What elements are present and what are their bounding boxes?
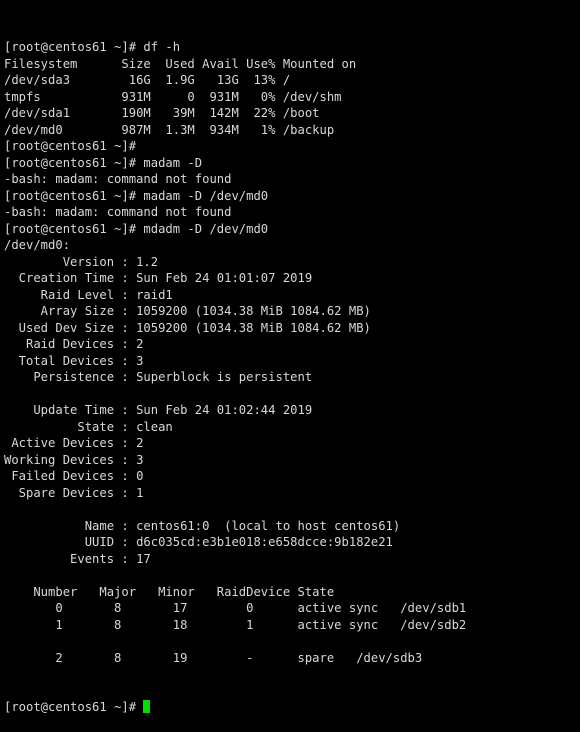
terminal-line: -bash: madam: command not found (4, 172, 232, 186)
terminal-line: Creation Time : Sun Feb 24 01:01:07 2019 (4, 271, 313, 285)
terminal-line: Used Dev Size : 1059200 (1034.38 MiB 108… (4, 320, 371, 335)
terminal-prompt-line: [root@centos61 ~]# (4, 699, 580, 716)
prompt-text: [root@centos61 ~]# (4, 700, 144, 714)
terminal-line: 0 8 17 0 active sync /dev/sdb1 (4, 601, 467, 615)
terminal-line: Working Devices : 3 (4, 452, 144, 467)
terminal-line: Persistence : Superblock is persistent (4, 370, 313, 384)
terminal-line: 2 8 19 - spare /dev/sdb3 (4, 650, 423, 665)
terminal-line: /dev/sda1 190M 39M 142M 22% /boot (4, 106, 320, 120)
terminal-line: [root@centos61 ~]# madam -D (4, 155, 203, 170)
terminal-line: Update Time : Sun Feb 24 01:02:44 2019 (4, 403, 313, 417)
terminal-output: [root@centos61 ~]# df -h Filesystem Size … (4, 39, 580, 666)
terminal-line: Raid Devices : 2 (4, 337, 144, 351)
terminal-line: [root@centos61 ~]# (4, 139, 137, 153)
terminal-line: State : clean (4, 419, 173, 434)
terminal-line: [root@centos61 ~]# mdadm -D /dev/md0 (4, 221, 269, 236)
terminal-line: /dev/md0: (4, 238, 71, 252)
terminal-line: -bash: madam: command not found (4, 205, 232, 219)
terminal-line: tmpfs 931M 0 931M 0% /dev/shm (4, 89, 342, 104)
terminal-line: [root@centos61 ~]# df -h (4, 40, 181, 54)
terminal-line: Active Devices : 2 (4, 436, 144, 450)
terminal-line: Failed Devices : 0 (4, 469, 144, 483)
terminal-line: Events : 17 (4, 551, 151, 566)
terminal-line: [root@centos61 ~]# madam -D /dev/md0 (4, 188, 269, 203)
terminal-line: /dev/md0 987M 1.3M 934M 1% /backup (4, 122, 335, 137)
terminal-line: Name : centos61:0 (local to host centos6… (4, 518, 401, 533)
terminal-line: Total Devices : 3 (4, 353, 144, 368)
terminal-line: Version : 1.2 (4, 254, 159, 269)
terminal-line: UUID : d6c035cd:e3b1e018:e658dcce:9b182e… (4, 535, 393, 549)
terminal-line: Filesystem Size Used Avail Use% Mounted … (4, 56, 357, 71)
terminal-line: Number Major Minor RaidDevice State (4, 584, 335, 599)
terminal-line: Raid Level : raid1 (4, 287, 173, 302)
text-cursor (143, 700, 151, 713)
terminal-line: /dev/sda3 16G 1.9G 13G 13% / (4, 73, 291, 87)
terminal-window[interactable]: [root@centos61 ~]# df -h Filesystem Size … (0, 0, 580, 714)
terminal-line: Spare Devices : 1 (4, 485, 144, 500)
terminal-line: Array Size : 1059200 (1034.38 MiB 1084.6… (4, 304, 371, 318)
terminal-line: 1 8 18 1 active sync /dev/sdb2 (4, 617, 467, 632)
